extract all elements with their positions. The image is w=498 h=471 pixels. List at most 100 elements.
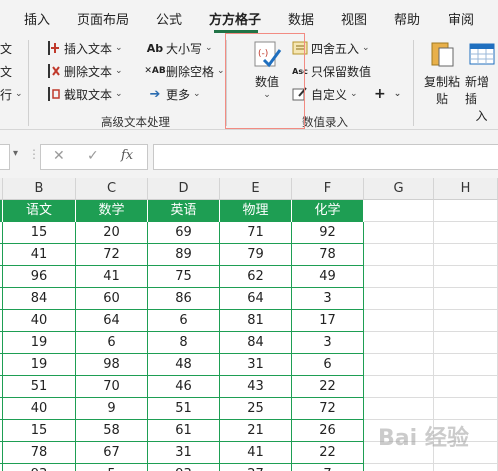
table-cell[interactable]: 72: [292, 398, 364, 420]
table-cell[interactable]: 60: [76, 288, 148, 310]
table-cell[interactable]: 41: [76, 266, 148, 288]
column-header[interactable]: B: [3, 178, 76, 200]
table-cell[interactable]: 6: [292, 354, 364, 376]
column-header[interactable]: D: [148, 178, 220, 200]
table-cell[interactable]: 17: [292, 310, 364, 332]
table-header-cell[interactable]: 数学: [76, 200, 148, 222]
column-header[interactable]: F: [292, 178, 364, 200]
empty-cell[interactable]: [434, 398, 498, 420]
table-cell[interactable]: 19: [3, 332, 76, 354]
table-cell[interactable]: 92: [292, 222, 364, 244]
empty-cell[interactable]: [434, 266, 498, 288]
tab-data[interactable]: 数据: [288, 9, 314, 28]
table-cell[interactable]: 78: [3, 442, 76, 464]
table-cell[interactable]: 84: [220, 332, 292, 354]
table-header-cell[interactable]: 英语: [148, 200, 220, 222]
table-cell[interactable]: 67: [76, 442, 148, 464]
column-header[interactable]: E: [220, 178, 292, 200]
table-cell[interactable]: 9: [76, 398, 148, 420]
remove-spaces-button[interactable]: ✕AB 删除空格 ⌄: [144, 61, 224, 81]
table-cell[interactable]: 19: [3, 354, 76, 376]
case-button[interactable]: Ab 大小写 ⌄: [146, 38, 213, 58]
insert-text-button[interactable]: 插入文本 ⌄: [44, 38, 123, 58]
plus-button[interactable]: + ⌄: [374, 84, 401, 104]
empty-cell[interactable]: [434, 244, 498, 266]
table-cell[interactable]: 81: [220, 310, 292, 332]
table-header-cell[interactable]: 化学: [292, 200, 364, 222]
table-cell[interactable]: 48: [148, 354, 220, 376]
ribbon-left-item-1[interactable]: 文: [0, 38, 12, 58]
table-cell[interactable]: 62: [220, 266, 292, 288]
fx-button[interactable]: fx: [121, 148, 133, 163]
table-cell[interactable]: 3: [292, 332, 364, 354]
table-header-cell-partial[interactable]: [0, 200, 3, 222]
table-cell[interactable]: 75: [148, 266, 220, 288]
table-cell[interactable]: 98: [76, 354, 148, 376]
table-cell[interactable]: 49: [292, 266, 364, 288]
table-cell[interactable]: 15: [3, 420, 76, 442]
table-cell[interactable]: 6: [148, 310, 220, 332]
table-cell[interactable]: 15: [3, 222, 76, 244]
table-cell[interactable]: 58: [76, 420, 148, 442]
cancel-button[interactable]: ✕: [53, 148, 65, 164]
copy-paste-button[interactable]: 复制粘 贴: [424, 40, 460, 107]
table-cell[interactable]: 3: [292, 288, 364, 310]
empty-cell[interactable]: [364, 200, 434, 222]
table-cell[interactable]: 89: [148, 244, 220, 266]
table-cell[interactable]: 71: [220, 222, 292, 244]
table-cell[interactable]: 6: [76, 332, 148, 354]
table-cell[interactable]: 61: [148, 420, 220, 442]
table-cell[interactable]: 8: [148, 332, 220, 354]
table-header-cell[interactable]: 物理: [220, 200, 292, 222]
tab-view[interactable]: 视图: [341, 9, 367, 28]
delete-text-button[interactable]: 删除文本 ⌄: [44, 61, 123, 81]
extract-text-button[interactable]: 截取文本 ⌄: [44, 84, 123, 104]
ribbon-left-item-3[interactable]: 行 ⌄: [0, 84, 23, 104]
table-cell[interactable]: 64: [220, 288, 292, 310]
empty-cell[interactable]: [364, 310, 434, 332]
table-cell[interactable]: 22: [292, 442, 364, 464]
tab-review[interactable]: 审阅: [448, 9, 474, 28]
table-cell[interactable]: 78: [292, 244, 364, 266]
empty-cell[interactable]: [364, 398, 434, 420]
empty-cell[interactable]: [434, 200, 498, 222]
table-cell[interactable]: 79: [220, 244, 292, 266]
table-cell[interactable]: 70: [76, 376, 148, 398]
name-box-dropdown-icon[interactable]: ▾: [13, 148, 18, 159]
empty-cell[interactable]: [364, 288, 434, 310]
empty-cell[interactable]: [434, 310, 498, 332]
tab-insert[interactable]: 插入: [24, 9, 50, 28]
table-cell[interactable]: 43: [220, 376, 292, 398]
empty-cell[interactable]: [434, 354, 498, 376]
empty-cell[interactable]: [434, 376, 498, 398]
tab-page-layout[interactable]: 页面布局: [77, 9, 129, 28]
empty-cell[interactable]: [364, 244, 434, 266]
table-cell[interactable]: 96: [3, 266, 76, 288]
table-cell[interactable]: 93: [148, 464, 220, 471]
empty-cell[interactable]: [434, 288, 498, 310]
column-header[interactable]: G: [364, 178, 434, 200]
table-header-cell[interactable]: 语文: [3, 200, 76, 222]
table-cell[interactable]: 21: [220, 420, 292, 442]
table-cell[interactable]: 20: [76, 222, 148, 244]
empty-cell[interactable]: [364, 464, 434, 471]
table-cell[interactable]: 5: [76, 464, 148, 471]
table-cell[interactable]: 51: [148, 398, 220, 420]
add-insert-button[interactable]: 新增插 入: [465, 40, 498, 124]
name-box[interactable]: [0, 144, 10, 170]
table-cell[interactable]: 40: [3, 398, 76, 420]
table-cell[interactable]: 69: [148, 222, 220, 244]
column-header[interactable]: C: [76, 178, 148, 200]
table-cell[interactable]: 40: [3, 310, 76, 332]
table-cell[interactable]: 31: [148, 442, 220, 464]
tab-formulas[interactable]: 公式: [156, 9, 182, 28]
empty-cell[interactable]: [364, 332, 434, 354]
table-cell[interactable]: 72: [76, 244, 148, 266]
table-cell[interactable]: 41: [220, 442, 292, 464]
more-button[interactable]: ➔ 更多 ⌄: [146, 84, 201, 104]
empty-cell[interactable]: [434, 464, 498, 471]
empty-cell[interactable]: [364, 354, 434, 376]
table-cell[interactable]: 51: [3, 376, 76, 398]
table-cell[interactable]: 27: [220, 464, 292, 471]
table-cell[interactable]: 86: [148, 288, 220, 310]
